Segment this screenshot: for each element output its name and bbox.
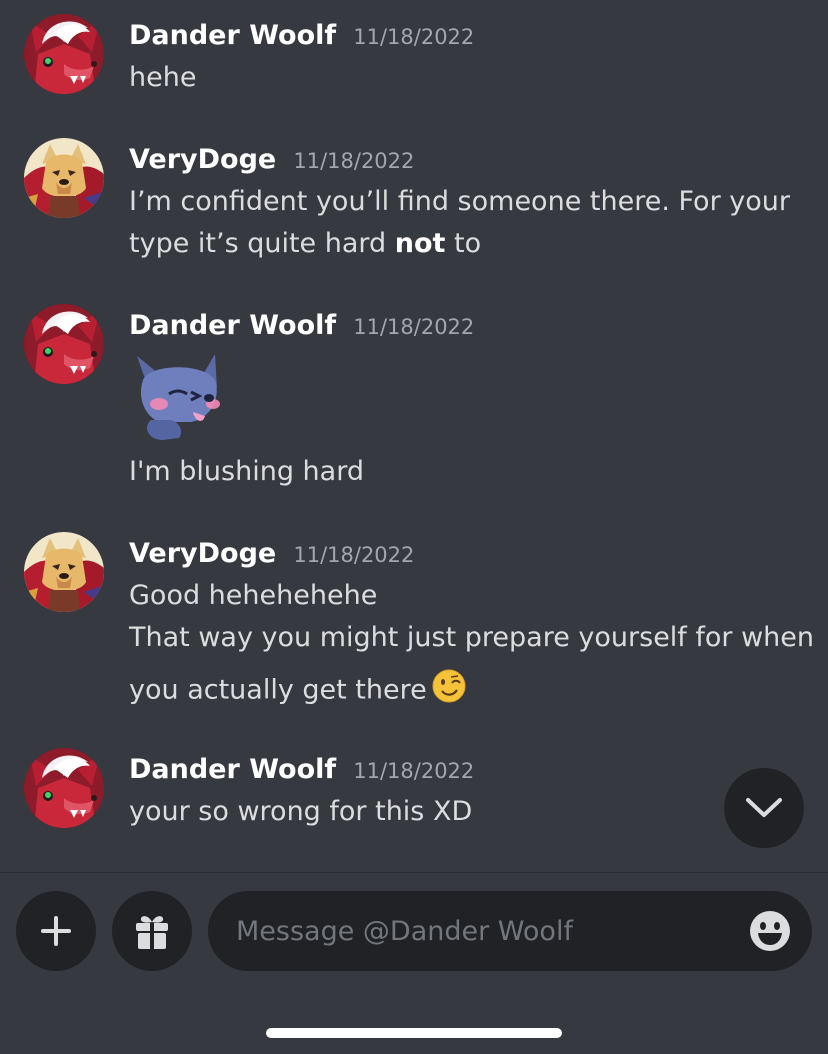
timestamp: 11/18/2022	[353, 759, 475, 783]
gift-icon	[136, 916, 168, 949]
author-name[interactable]: Dander Woolf	[129, 754, 336, 785]
message-text: I'm blushing hard	[129, 456, 364, 487]
avatar[interactable]	[24, 14, 104, 94]
chevron-down-icon	[746, 798, 782, 817]
message-input[interactable]	[236, 891, 736, 971]
avatar[interactable]	[24, 748, 104, 828]
message-header: Dander Woolf 11/18/2022	[129, 750, 474, 790]
message-text-part: type it’s quite hard	[129, 228, 395, 259]
message-text: I’m confident you’ll find someone there.…	[129, 186, 790, 217]
message-text: your so wrong for this XD	[129, 796, 473, 827]
add-attachment-button[interactable]	[16, 891, 96, 971]
blushing-wolf-sticker[interactable]	[129, 350, 225, 446]
avatar[interactable]	[24, 304, 104, 384]
message-header: Dander Woolf 11/18/2022	[129, 306, 474, 346]
author-name[interactable]: VeryDoge	[129, 538, 276, 569]
message-input-wrapper	[208, 891, 812, 971]
message-header: VeryDoge 11/18/2022	[129, 534, 414, 574]
author-name[interactable]: Dander Woolf	[129, 310, 336, 341]
author-name[interactable]: Dander Woolf	[129, 20, 336, 51]
gift-button[interactable]	[112, 891, 192, 971]
author-name[interactable]: VeryDoge	[129, 144, 276, 175]
message-composer	[0, 872, 828, 1054]
timestamp: 11/18/2022	[353, 25, 475, 49]
avatar[interactable]	[24, 532, 104, 612]
avatar[interactable]	[24, 138, 104, 218]
message-text: type it’s quite hard not to	[129, 226, 481, 262]
message-header: VeryDoge 11/18/2022	[129, 140, 414, 180]
scroll-to-bottom-button[interactable]	[724, 768, 804, 848]
timestamp: 11/18/2022	[293, 149, 415, 173]
message-header: Dander Woolf 11/18/2022	[129, 16, 474, 56]
home-indicator[interactable]	[266, 1028, 562, 1038]
message-text-part: you actually get there	[129, 674, 427, 706]
emoji-picker-button[interactable]	[748, 909, 792, 953]
message-text: hehe	[129, 62, 197, 93]
message-text: That way you might just prepare yourself…	[129, 622, 815, 653]
bold-text: not	[394, 228, 446, 259]
smiley-icon	[750, 911, 790, 951]
message-list[interactable]: Dander Woolf 11/18/2022 hehe VeryDoge 11…	[0, 0, 828, 872]
message-text: you actually get there	[129, 668, 467, 714]
winking-face-emoji	[431, 668, 467, 714]
timestamp: 11/18/2022	[353, 315, 475, 339]
plus-icon	[41, 916, 71, 946]
timestamp: 11/18/2022	[293, 543, 415, 567]
message-text: Good hehehehehe	[129, 580, 378, 611]
message-text-part: to	[445, 228, 482, 259]
